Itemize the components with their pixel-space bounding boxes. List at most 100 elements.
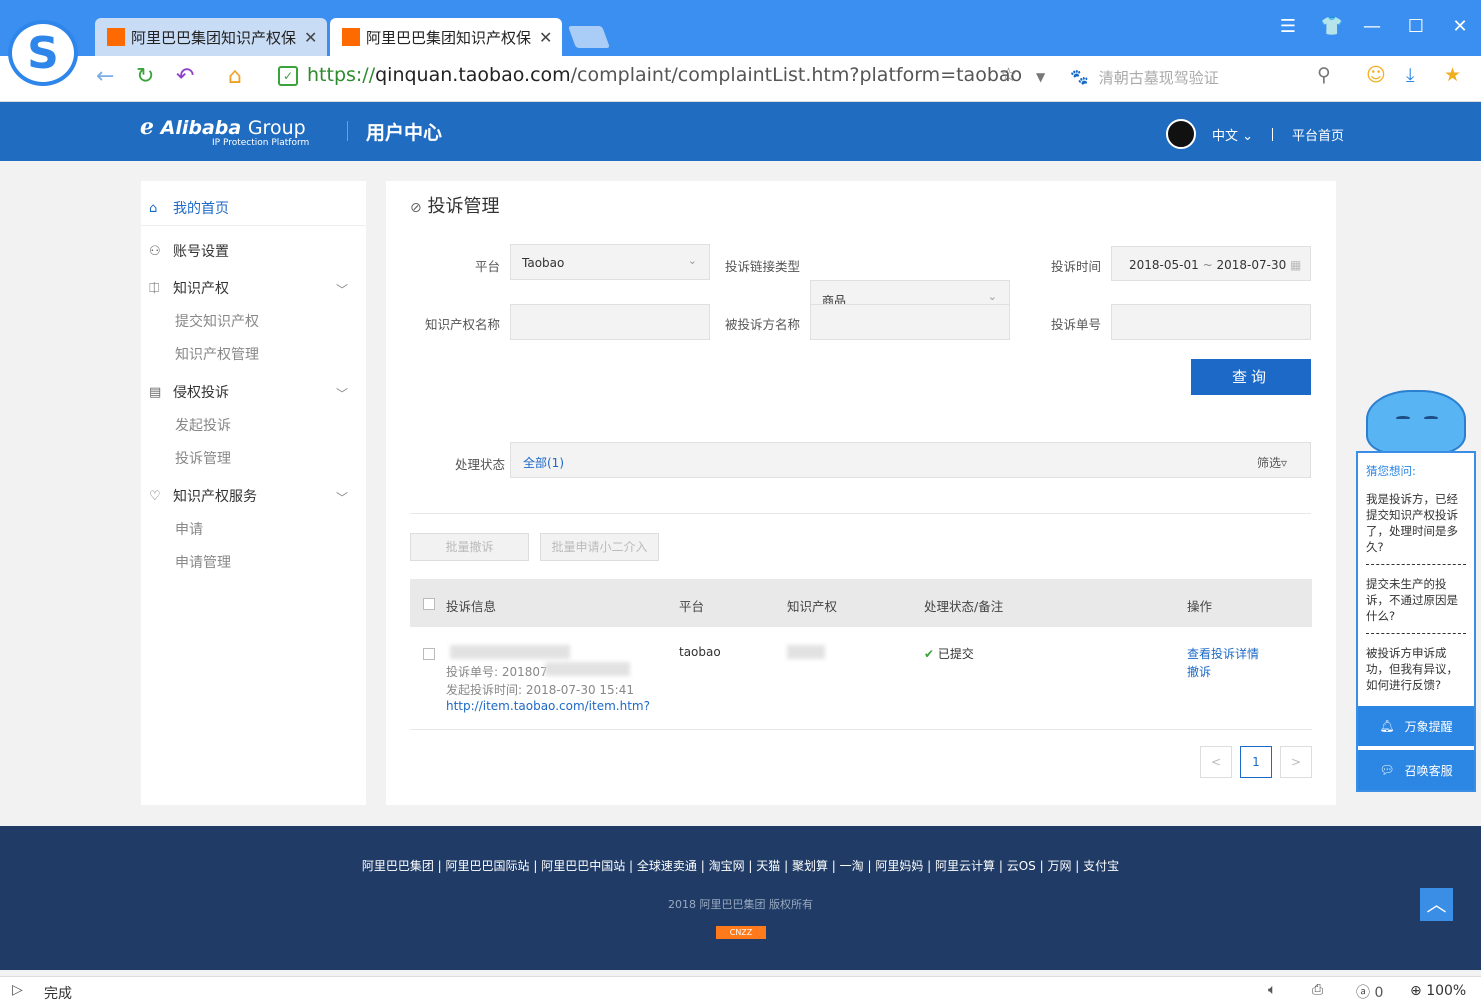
prev-page-button[interactable]: < xyxy=(1200,746,1232,778)
assistant-panel: 猜您想问: 我是投诉方，已经提交知识产权投诉了，处理时间是多久? 提交未生产的投… xyxy=(1356,451,1476,792)
platform-home-link[interactable]: 平台首页 xyxy=(1292,125,1344,144)
sidebar-item-ip-submit[interactable]: 提交知识产权 xyxy=(175,311,259,331)
refresh-icon[interactable]: ↻ xyxy=(136,64,154,89)
footer-link[interactable]: 一淘 xyxy=(840,859,864,873)
section-title: 用户中心 xyxy=(366,122,443,144)
footer-link[interactable]: 阿里巴巴中国站 xyxy=(541,859,625,873)
redacted-ip xyxy=(787,645,825,659)
ip-name-input[interactable] xyxy=(510,304,710,340)
respondent-input[interactable] xyxy=(810,304,1010,340)
search-icon[interactable]: ⚲ xyxy=(1317,64,1331,86)
sidebar-item-apply[interactable]: 申请 xyxy=(175,519,203,539)
language-selector[interactable]: 中文 ⌄ xyxy=(1212,125,1253,144)
sidebar-item-ip-manage[interactable]: 知识产权管理 xyxy=(175,344,259,364)
item-link[interactable]: http://item.taobao.com/item.htm? xyxy=(446,699,650,713)
favorites-star-icon[interactable]: ★ xyxy=(1444,64,1461,86)
chevron-down-icon[interactable]: ﹀ xyxy=(336,385,348,402)
footer-link[interactable]: 聚划算 xyxy=(792,859,828,873)
secure-shield-icon[interactable]: ✓ xyxy=(278,66,298,86)
footer-link[interactable]: 云OS xyxy=(1007,859,1036,873)
baidu-paw-icon: 🐾 xyxy=(1070,68,1089,86)
speaker-icon[interactable]: 🔈︎ xyxy=(1268,982,1276,998)
customer-service-button[interactable]: 💬︎ 召唤客服 xyxy=(1358,750,1474,790)
number-input[interactable] xyxy=(1111,304,1311,340)
skin-icon[interactable]: 👕 xyxy=(1318,16,1346,40)
sidebar-item-complaint-new[interactable]: 发起投诉 xyxy=(175,415,231,435)
next-page-button[interactable]: > xyxy=(1280,746,1312,778)
view-detail-link[interactable]: 查看投诉详情 xyxy=(1187,645,1259,662)
batch-apply-button[interactable]: 批量申请小二介入 xyxy=(540,533,659,561)
assistant-question[interactable]: 提交未生产的投诉，不通过原因是什么? xyxy=(1366,576,1466,624)
download-icon[interactable]: ⤓ xyxy=(1406,64,1414,86)
footer-link[interactable]: 阿里妈妈 xyxy=(875,859,923,873)
sidebar: ⌂ 我的首页 ⚇ 账号设置 ⎅ 知识产权 ﹀ 提交知识产权 知识产权管理 ▤ 侵权投诉 … xyxy=(141,181,366,805)
star-icon[interactable]: ☆ xyxy=(1000,64,1017,86)
back-icon[interactable]: ← xyxy=(96,64,114,89)
status-label: 处理状态 xyxy=(454,457,505,472)
footer-link[interactable]: 淘宝网 xyxy=(709,859,745,873)
assistant-question[interactable]: 我是投诉方，已经提交知识产权投诉了，处理时间是多久? xyxy=(1366,491,1466,555)
search-input[interactable]: 🐾 清朝古墓现驾验证 xyxy=(1070,58,1345,96)
paperclip-icon: ⊘ xyxy=(410,200,422,216)
chevron-down-icon[interactable]: ▼ xyxy=(1036,70,1045,84)
sidebar-item-account[interactable]: ⚇ 账号设置 xyxy=(149,241,229,261)
status-all-link[interactable]: 全部(1) xyxy=(523,454,564,471)
footer-link[interactable]: 阿里巴巴国际站 xyxy=(446,859,530,873)
query-button[interactable]: 查询 xyxy=(1191,359,1311,395)
elephant-mascot-icon[interactable] xyxy=(1366,390,1466,455)
filter-icon: ▿ xyxy=(1281,456,1288,470)
date-range-picker[interactable]: 2018-05-01 ~ 2018-07-30 ▦ xyxy=(1111,246,1311,281)
footer-link[interactable]: 天猫 xyxy=(756,859,780,873)
footer-link[interactable]: 阿里巴巴集团 xyxy=(362,859,434,873)
browser-tab[interactable]: 阿里巴巴集团知识产权保 ✕ xyxy=(95,18,327,56)
screenshot-icon[interactable]: ⎙ xyxy=(1312,982,1323,998)
sidebar-item-apply-manage[interactable]: 申请管理 xyxy=(175,552,231,572)
window-close-icon[interactable]: ✕ xyxy=(1446,16,1474,40)
emoji-icon[interactable]: ☺ xyxy=(1366,64,1386,86)
back-to-top-button[interactable]: ︿ xyxy=(1420,888,1453,921)
remind-button[interactable]: 🔔︎ 万象提醒 xyxy=(1358,706,1474,746)
filter-button[interactable]: 筛选▿ xyxy=(1257,454,1287,471)
home-icon[interactable]: ⌂ xyxy=(228,64,242,89)
cnzz-badge[interactable]: CNZZ xyxy=(716,926,766,939)
chevron-down-icon[interactable]: ﹀ xyxy=(336,281,348,298)
footer-link[interactable]: 支付宝 xyxy=(1083,859,1119,873)
zoom-level[interactable]: ⊕ 100% xyxy=(1410,983,1466,999)
time-label: 投诉时间 xyxy=(1050,259,1101,274)
footer-link[interactable]: 万网 xyxy=(1047,859,1071,873)
batch-withdraw-button[interactable]: 批量撤诉 xyxy=(410,533,529,561)
sidebar-item-complaint[interactable]: ▤ 侵权投诉 xyxy=(149,382,229,402)
redacted-text xyxy=(545,662,630,676)
sidebar-item-home[interactable]: ⌂ 我的首页 xyxy=(149,198,229,218)
row-checkbox[interactable] xyxy=(423,648,435,660)
avatar[interactable] xyxy=(1166,119,1196,149)
assistant-question[interactable]: 被投诉方申诉成功，但我有异议，如何进行反馈? xyxy=(1366,645,1466,693)
chevron-down-icon[interactable]: ﹀ xyxy=(336,489,348,506)
browser-logo-icon[interactable]: S xyxy=(8,20,78,86)
maximize-icon[interactable]: ☐ xyxy=(1402,16,1430,40)
url-field[interactable]: https://qinquan.taobao.com/complaint/com… xyxy=(307,64,1022,86)
sidebar-item-ip[interactable]: ⎅ 知识产权 xyxy=(149,278,229,298)
sidebar-item-complaint-manage[interactable]: 投诉管理 xyxy=(175,448,231,468)
alibaba-logo[interactable]: ℯ Alibaba Group IP Protection Platform xyxy=(140,115,309,148)
divider xyxy=(1366,564,1466,565)
sidebar-toggle-icon[interactable]: ▷ xyxy=(12,982,23,998)
minimize-icon[interactable]: — xyxy=(1358,16,1386,40)
chevron-down-icon: ⌄ xyxy=(1242,129,1254,144)
close-icon[interactable]: ✕ xyxy=(539,28,552,47)
menu-icon[interactable]: ☰ xyxy=(1274,16,1302,40)
heart-icon: ♡ xyxy=(149,488,161,504)
select-all-checkbox[interactable] xyxy=(423,598,435,610)
close-icon[interactable]: ✕ xyxy=(304,28,317,47)
adblock-icon[interactable]: ⓐ 0 xyxy=(1356,982,1383,1002)
browser-tab-active[interactable]: 阿里巴巴集团知识产权保 ✕ xyxy=(330,18,562,56)
withdraw-link[interactable]: 撤诉 xyxy=(1187,663,1211,680)
platform-select[interactable]: Taobao ⌄ xyxy=(510,244,710,280)
footer-separator: | xyxy=(529,859,542,873)
undo-icon[interactable]: ↶ xyxy=(176,64,194,89)
sidebar-item-service[interactable]: ♡ 知识产权服务 xyxy=(149,486,257,506)
page-button-current[interactable]: 1 xyxy=(1240,746,1272,778)
footer-link[interactable]: 阿里云计算 xyxy=(935,859,995,873)
status-text: 完成 xyxy=(44,986,72,1002)
footer-link[interactable]: 全球速卖通 xyxy=(637,859,697,873)
